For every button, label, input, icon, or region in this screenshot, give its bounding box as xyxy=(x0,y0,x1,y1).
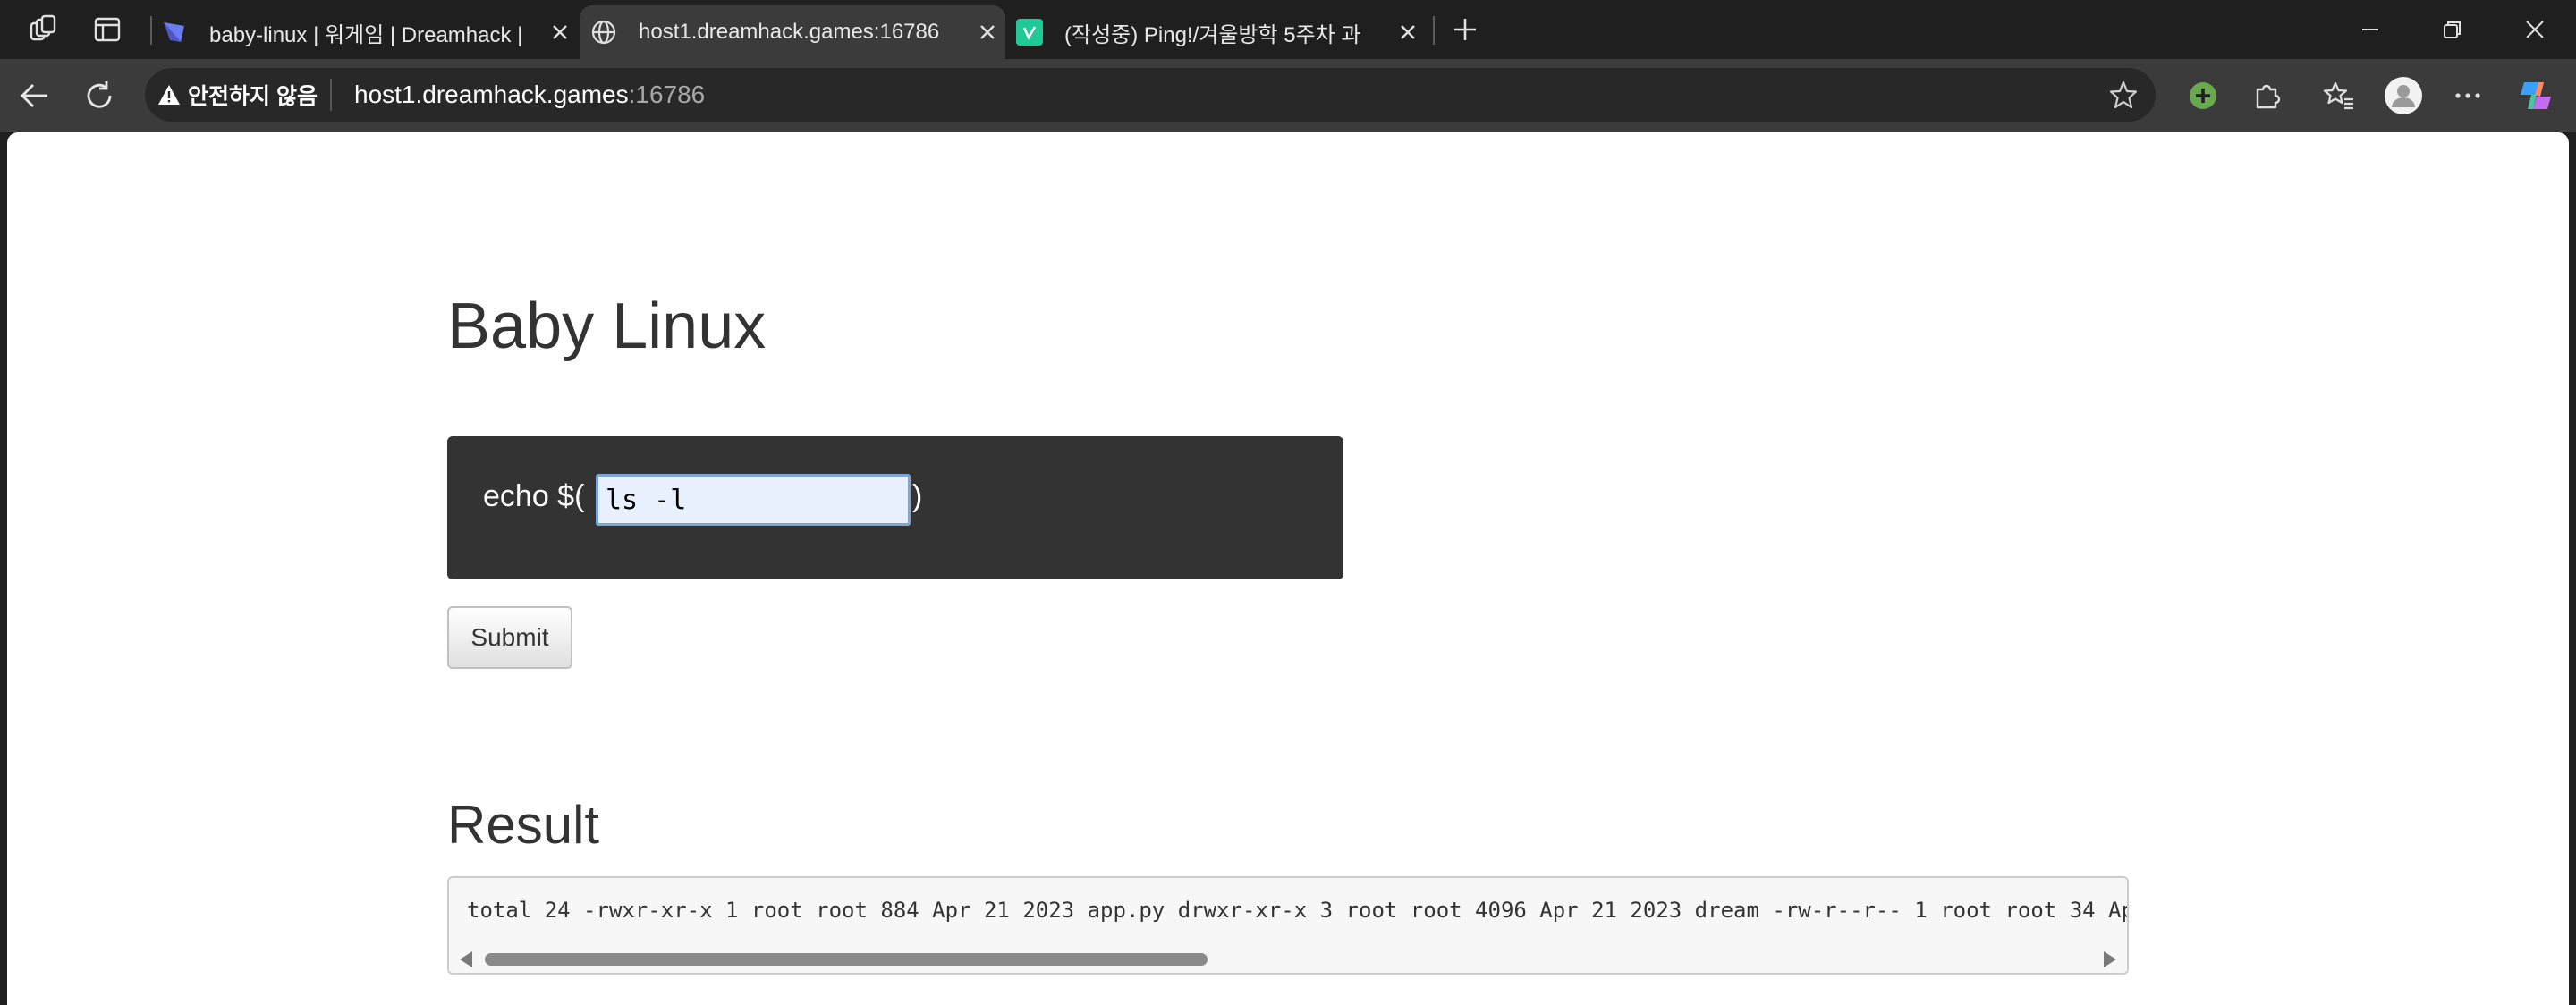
close-window-icon[interactable] xyxy=(2499,7,2571,52)
site-info-button[interactable]: 안전하지 않음 xyxy=(157,79,332,111)
tab-strip: baby-linux | 워게임 | Dreamhack | host1.dre… xyxy=(0,0,2576,59)
workspaces-icon[interactable] xyxy=(21,9,64,50)
security-label: 안전하지 않음 xyxy=(188,84,318,109)
extension-green-plus-icon[interactable] xyxy=(2181,73,2225,118)
tab-title: host1.dreamhack.games:16786 xyxy=(639,20,940,44)
horizontal-scrollbar[interactable] xyxy=(449,946,2127,973)
tab-separator xyxy=(1433,16,1435,45)
velog-favicon-icon xyxy=(1016,19,1043,46)
url-text[interactable]: host1.dreamhack.games:16786 xyxy=(354,80,705,109)
submit-button[interactable]: Submit xyxy=(447,606,572,669)
echo-prefix: echo $( xyxy=(483,479,585,513)
browser-toolbar: 안전하지 않음 host1.dreamhack.games:16786 xyxy=(0,59,2576,132)
url-host: host1.dreamhack.games xyxy=(354,80,629,108)
page-viewport: Baby Linux echo $( ) Submit Result total… xyxy=(7,132,2569,1005)
favorite-star-icon[interactable] xyxy=(2106,77,2141,113)
result-output-box: total 24 -rwxr-xr-x 1 root root 884 Apr … xyxy=(447,876,2129,975)
tab-baby-linux[interactable]: baby-linux | 워게임 | Dreamhack | xyxy=(157,5,578,59)
url-port: :16786 xyxy=(628,80,706,108)
refresh-icon[interactable] xyxy=(77,73,122,118)
tab-host1-dreamhack[interactable]: host1.dreamhack.games:16786 xyxy=(580,5,1005,59)
scrollbar-thumb[interactable] xyxy=(485,953,1208,966)
new-tab-icon[interactable] xyxy=(1444,9,1487,50)
close-tab-icon[interactable] xyxy=(542,14,578,50)
minimize-icon[interactable] xyxy=(2334,7,2406,52)
echo-suffix: ) xyxy=(912,479,923,513)
dreamhack-favicon-icon xyxy=(161,19,188,46)
tab-title: (작성중) Ping!/겨울방학 5주차 과 xyxy=(1064,22,1361,47)
profile-avatar-icon[interactable] xyxy=(2381,73,2426,118)
scroll-left-arrow-icon[interactable] xyxy=(460,951,472,967)
back-arrow-icon[interactable] xyxy=(13,73,57,118)
copilot-icon[interactable] xyxy=(2513,73,2558,118)
tab-velog-draft[interactable]: (작성중) Ping!/겨울방학 5주차 과 xyxy=(1009,5,1426,59)
tab-separator xyxy=(150,16,152,45)
scroll-right-arrow-icon[interactable] xyxy=(2104,951,2116,967)
page-title: Baby Linux xyxy=(447,291,767,362)
restore-icon[interactable] xyxy=(2417,7,2488,52)
globe-icon xyxy=(590,19,617,46)
tab-title: baby-linux | 워게임 | Dreamhack | xyxy=(209,22,523,47)
result-output-text: total 24 -rwxr-xr-x 1 root root 884 Apr … xyxy=(467,898,2127,923)
close-tab-icon[interactable] xyxy=(1390,14,1426,50)
vertical-tabs-icon[interactable] xyxy=(86,9,129,50)
command-panel: echo $( ) xyxy=(447,436,1343,579)
warning-icon xyxy=(158,85,180,105)
result-heading: Result xyxy=(447,795,600,855)
favorites-icon[interactable] xyxy=(2317,73,2361,118)
more-menu-icon[interactable] xyxy=(2445,73,2490,118)
close-tab-icon[interactable] xyxy=(970,14,1005,50)
scrollbar-track[interactable] xyxy=(485,953,2091,966)
extensions-puzzle-icon[interactable] xyxy=(2245,73,2290,118)
address-bar[interactable]: 안전하지 않음 host1.dreamhack.games:16786 xyxy=(145,68,2156,122)
command-input[interactable] xyxy=(596,474,911,526)
